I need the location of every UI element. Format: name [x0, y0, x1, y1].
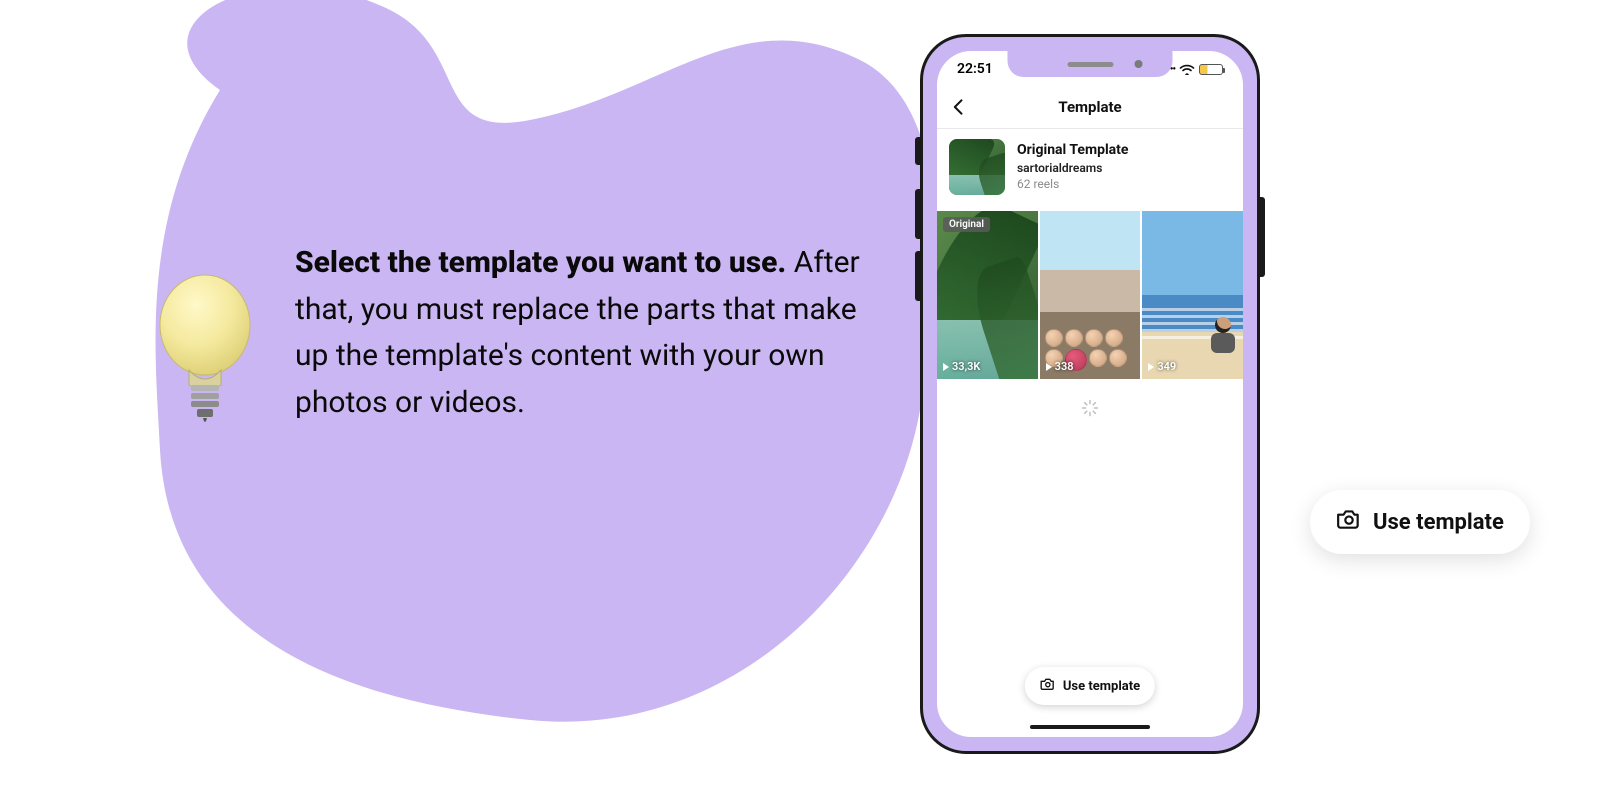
- template-reel-count: 62 reels: [1017, 176, 1128, 192]
- app-header: Template: [937, 85, 1243, 129]
- speaker-icon: [1067, 62, 1113, 67]
- instruction-bold: Select the template you want to use.: [295, 245, 786, 280]
- front-camera-icon: [1135, 60, 1143, 68]
- home-indicator[interactable]: [1030, 725, 1150, 729]
- reel-item[interactable]: 349: [1142, 211, 1243, 379]
- play-icon: [1046, 363, 1052, 371]
- template-thumbnail[interactable]: [949, 139, 1005, 195]
- original-badge: Original: [943, 217, 990, 232]
- phone-side-button: [1260, 197, 1265, 277]
- use-template-callout-label: Use template: [1373, 510, 1504, 535]
- reel-item[interactable]: Original 33,3K: [937, 211, 1038, 379]
- loading-spinner-icon: [1081, 399, 1099, 417]
- camera-icon: [1336, 506, 1362, 538]
- phone-side-button: [915, 189, 920, 239]
- phone-screen: 22:51 ••• Template Original Template sar…: [937, 51, 1243, 737]
- play-icon: [943, 363, 949, 371]
- camera-icon: [1040, 676, 1056, 696]
- phone-side-button: [915, 251, 920, 301]
- wifi-icon: [1179, 63, 1195, 75]
- lightbulb-icon: [155, 270, 255, 440]
- phone-frame: 22:51 ••• Template Original Template sar…: [920, 34, 1260, 754]
- reel-plays: 349: [1148, 360, 1176, 373]
- reel-plays: 33,3K: [943, 360, 980, 373]
- template-info: Original Template sartorialdreams 62 ree…: [949, 139, 1231, 195]
- use-template-button[interactable]: Use template: [1025, 667, 1155, 705]
- template-author[interactable]: sartorialdreams: [1017, 160, 1128, 176]
- reel-grid: Original 33,3K 338 349: [937, 211, 1243, 379]
- reel-plays: 338: [1046, 360, 1074, 373]
- play-icon: [1148, 363, 1154, 371]
- battery-icon: [1199, 64, 1223, 75]
- instruction-text: Select the template you want to use. Aft…: [295, 240, 885, 426]
- phone-notch: [1008, 51, 1173, 77]
- reel-item[interactable]: 338: [1040, 211, 1141, 379]
- status-time: 22:51: [957, 61, 993, 77]
- use-template-callout[interactable]: Use template: [1310, 490, 1530, 554]
- phone-side-button: [915, 137, 920, 165]
- use-template-label: Use template: [1063, 679, 1140, 694]
- header-title: Template: [1058, 98, 1121, 116]
- back-button[interactable]: [947, 95, 971, 119]
- template-title: Original Template: [1017, 141, 1128, 160]
